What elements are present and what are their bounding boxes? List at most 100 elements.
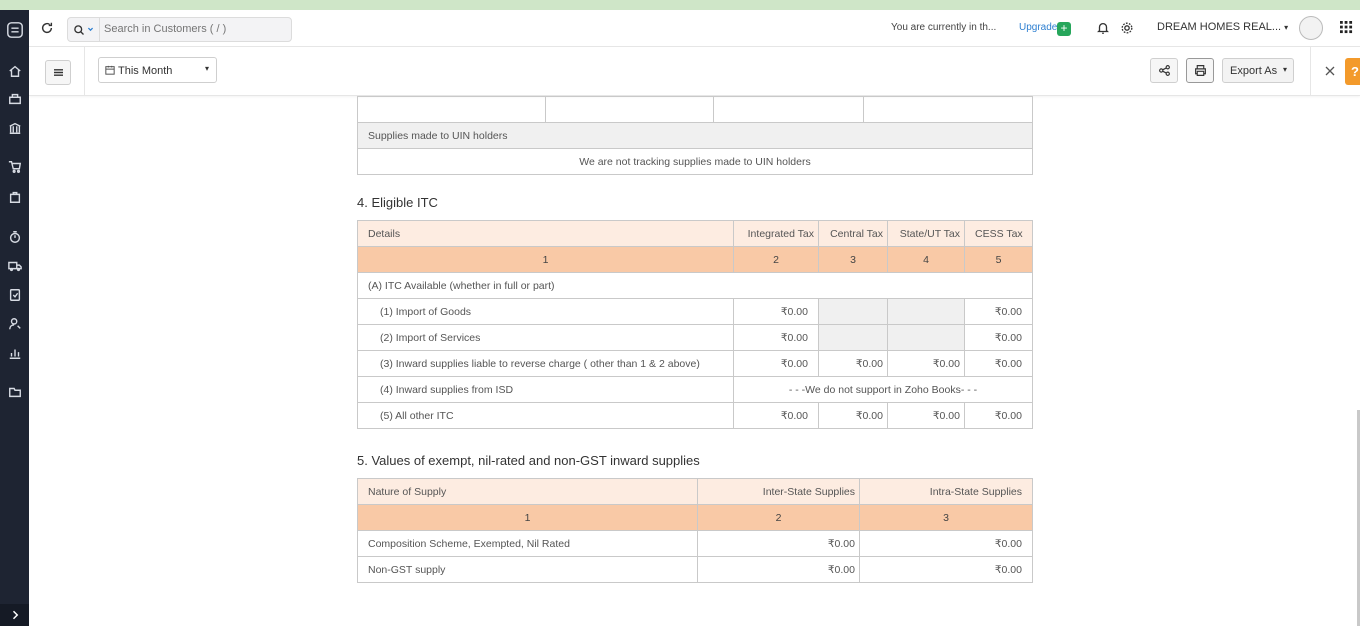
refresh-icon[interactable] [40,21,55,36]
search-filter-dropdown[interactable] [68,18,100,41]
gear-icon[interactable] [1120,21,1134,38]
org-switcher[interactable]: DREAM HOMES REAL... ▾ [1157,21,1288,33]
table-row: (3) Inward supplies liable to reverse ch… [357,350,1033,377]
app-grid-icon[interactable] [1340,21,1353,37]
table-row: We are not tracking supplies made to UIN… [357,148,1033,175]
app-logo-icon[interactable] [5,20,24,39]
column-number: 3 [859,504,1033,531]
central-tax-value [818,298,888,325]
central-tax-value: ₹0.00 [818,402,888,429]
top-banner-strip [0,0,1360,10]
eligible-itc-table: Details Integrated Tax Central Tax State… [357,220,1033,429]
section-title-itc: 4. Eligible ITC [357,195,438,210]
uin-table: Supplies made to UIN holders We are not … [357,96,1033,175]
state-tax-value [887,298,965,325]
print-icon [1194,65,1206,76]
column-number: 3 [818,246,888,273]
cess-tax-value: ₹0.00 [964,324,1033,351]
home-icon[interactable] [7,63,22,78]
date-range-select[interactable]: This Month ▾ [98,57,217,83]
gst-filing-icon[interactable] [7,287,22,302]
share-icon [1158,65,1170,76]
column-number: 1 [357,504,698,531]
table-row: (A) ITC Available (whether in full or pa… [357,272,1033,299]
sales-cart-icon[interactable] [7,159,22,174]
report-toolbar: This Month ▾ Export As ▾ ? [29,47,1360,96]
central-tax-value [818,324,888,351]
integrated-tax-value: ₹0.00 [733,298,819,325]
column-number-row: 1 2 3 4 5 [357,246,1033,273]
calendar-icon [105,65,115,75]
integrated-tax-value: ₹0.00 [733,350,819,377]
export-as-button[interactable]: Export As ▾ [1222,58,1294,83]
column-header: Nature of Supply [357,478,698,505]
column-number: 4 [887,246,965,273]
cess-tax-value: ₹0.00 [964,298,1033,325]
quick-create-button[interactable]: + [1057,22,1071,36]
share-button[interactable] [1150,58,1178,83]
sidebar [0,10,29,626]
column-header: State/UT Tax [887,220,965,247]
search-icon [74,24,84,35]
cess-tax-value: ₹0.00 [964,350,1033,377]
section-title-exempt: 5. Values of exempt, nil-rated and non-G… [357,453,700,468]
help-button[interactable]: ? [1345,58,1360,85]
purchases-bag-icon[interactable] [7,189,22,204]
inter-state-value: ₹0.00 [697,556,860,583]
upgrade-link[interactable]: Upgrade [1019,22,1057,33]
row-label: (4) Inward supplies from ISD [357,376,734,403]
table-header-row: Nature of Supply Inter-State Supplies In… [357,478,1033,505]
column-number: 2 [697,504,860,531]
time-tracking-icon[interactable] [7,229,22,244]
eway-bill-truck-icon[interactable] [7,258,22,273]
cess-tax-value: ₹0.00 [964,402,1033,429]
hamburger-icon [53,69,63,76]
banking-icon[interactable] [7,120,22,135]
accountant-icon[interactable] [7,316,22,331]
top-header: You are currently in th... Upgrade + DRE… [29,10,1360,47]
items-icon[interactable] [7,91,22,106]
column-header: CESS Tax [964,220,1033,247]
search-input[interactable] [104,23,284,35]
bell-icon[interactable] [1096,21,1110,38]
org-name: DREAM HOMES REAL... [1157,21,1282,33]
central-tax-value: ₹0.00 [818,350,888,377]
documents-icon[interactable] [7,384,22,399]
row-label: Composition Scheme, Exempted, Nil Rated [357,530,698,557]
uin-header: Supplies made to UIN holders [357,122,1033,149]
column-header: Inter-State Supplies [697,478,860,505]
print-button[interactable] [1186,58,1214,83]
state-tax-value: ₹0.00 [887,402,965,429]
gstr3b-report: Supplies made to UIN holders We are not … [357,96,1033,583]
integrated-tax-value: ₹0.00 [733,402,819,429]
column-header: Intra-State Supplies [859,478,1033,505]
table-row: (4) Inward supplies from ISD - - -We do … [357,376,1033,403]
intra-state-value: ₹0.00 [859,530,1033,557]
search-box [67,17,292,42]
chevron-down-icon: ▾ [1284,23,1289,32]
table-row: (5) All other ITC ₹0.00 ₹0.00 ₹0.00 ₹0.0… [357,402,1033,429]
table-row: Composition Scheme, Exempted, Nil Rated … [357,530,1033,557]
avatar[interactable] [1299,16,1323,40]
column-header: Central Tax [818,220,888,247]
divider [1310,47,1311,96]
trial-notice: You are currently in th... [891,22,997,33]
inter-state-value: ₹0.00 [697,530,860,557]
table-row: (1) Import of Goods ₹0.00 ₹0.00 [357,298,1033,325]
row-label: (2) Import of Services [357,324,734,351]
row-label: (1) Import of Goods [357,298,734,325]
table-row: (2) Import of Services ₹0.00 ₹0.00 [357,324,1033,351]
table-row: Supplies made to UIN holders [357,122,1033,149]
state-tax-value [887,324,965,351]
export-label: Export As [1230,65,1278,77]
chevron-right-icon [12,610,18,620]
expand-sidebar-button[interactable] [0,604,29,626]
column-number: 5 [964,246,1033,273]
state-tax-value: ₹0.00 [887,350,965,377]
menu-button[interactable] [45,60,71,85]
column-header: Details [357,220,734,247]
chevron-down-icon [87,27,94,32]
reports-icon[interactable] [7,345,22,360]
close-icon[interactable] [1325,66,1335,79]
caret-down-icon: ▾ [204,64,209,73]
